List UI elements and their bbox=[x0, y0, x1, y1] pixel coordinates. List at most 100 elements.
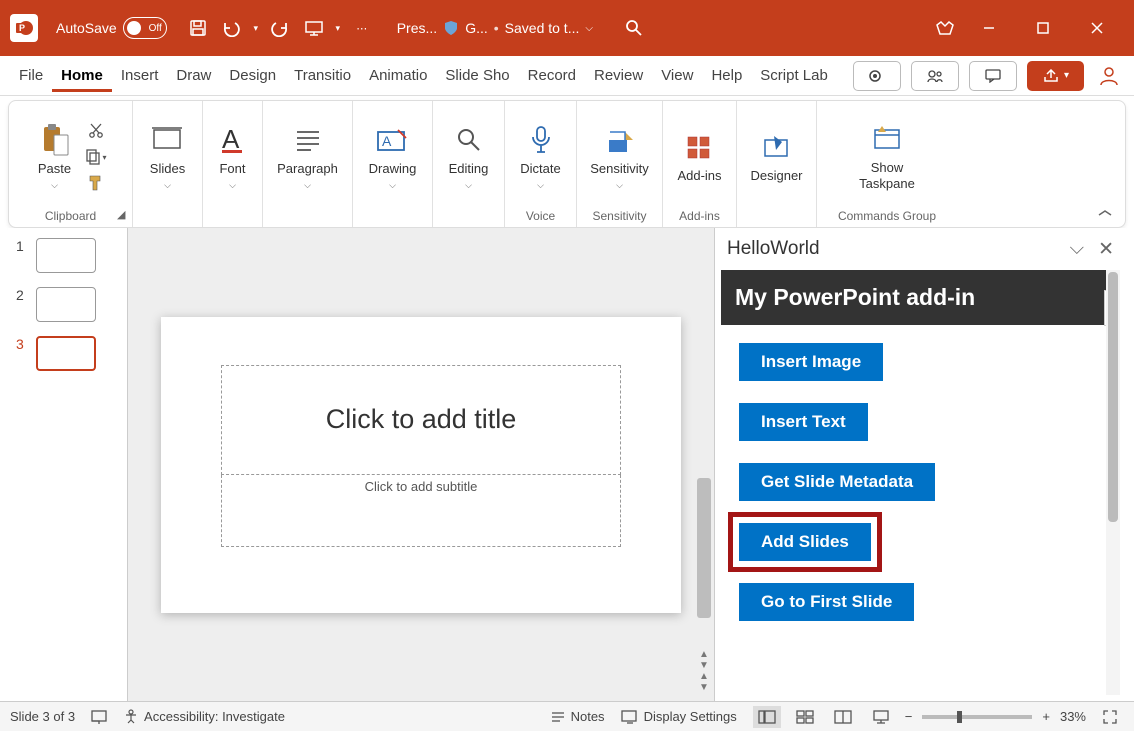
addins-button[interactable]: Add-ins bbox=[671, 128, 727, 186]
notes-indicator-icon[interactable] bbox=[91, 710, 107, 724]
slide-sorter-view-button[interactable] bbox=[791, 706, 819, 728]
slide-thumbnail-3[interactable]: 3 bbox=[16, 336, 119, 371]
undo-button[interactable] bbox=[215, 11, 249, 45]
ribbon: Paste ⌵ ▾ Clipboard ◢ Slides⌵ A Font⌵ Pa… bbox=[8, 100, 1126, 228]
sensitivity-group-label: Sensitivity bbox=[592, 207, 646, 225]
insert-image-button[interactable]: Insert Image bbox=[739, 343, 883, 381]
paste-button[interactable]: Paste ⌵ bbox=[32, 121, 78, 194]
editor-vertical-scrollbar[interactable] bbox=[696, 228, 712, 701]
tab-view[interactable]: View bbox=[652, 59, 702, 92]
zoom-out-button[interactable]: − bbox=[905, 709, 913, 724]
add-slides-button[interactable]: Add Slides bbox=[739, 523, 871, 561]
tab-review[interactable]: Review bbox=[585, 59, 652, 92]
font-button[interactable]: A Font⌵ bbox=[210, 121, 256, 194]
tab-animations[interactable]: Animatio bbox=[360, 59, 436, 92]
sensitivity-button[interactable]: Sensitivity⌵ bbox=[584, 121, 655, 194]
reading-view-button[interactable] bbox=[829, 706, 857, 728]
status-bar: Slide 3 of 3 Accessibility: Investigate … bbox=[0, 701, 1134, 731]
svg-text:P: P bbox=[19, 23, 25, 33]
dictate-button[interactable]: Dictate⌵ bbox=[514, 121, 566, 194]
main-area: 1 2 3 Click to add title Click to add su… bbox=[8, 228, 1126, 701]
slide-thumbnail-panel: 1 2 3 bbox=[8, 228, 128, 701]
zoom-in-button[interactable]: + bbox=[1042, 709, 1050, 724]
taskpane-name: HelloWorld bbox=[727, 238, 820, 260]
taskpane-chevron-down-icon[interactable]: ⌵ bbox=[1070, 238, 1084, 261]
tab-scriptlab[interactable]: Script Lab bbox=[751, 59, 837, 92]
taskpane-scrollbar[interactable] bbox=[1106, 270, 1120, 695]
taskpane-close-icon[interactable]: ✕ bbox=[1098, 238, 1114, 261]
display-settings-button[interactable]: Display Settings bbox=[621, 709, 737, 724]
slide-canvas[interactable]: Click to add title Click to add subtitle bbox=[161, 317, 681, 613]
comments-button[interactable] bbox=[969, 61, 1017, 91]
powerpoint-app-icon: P bbox=[10, 14, 38, 42]
format-painter-button[interactable] bbox=[82, 172, 110, 194]
premium-icon[interactable] bbox=[928, 11, 962, 45]
autosave-toggle[interactable]: AutoSave Off bbox=[56, 17, 167, 39]
tab-draw[interactable]: Draw bbox=[167, 59, 220, 92]
taskpane: HelloWorld ⌵ ✕ My PowerPoint add-in Inse… bbox=[714, 228, 1126, 701]
cut-button[interactable] bbox=[82, 120, 110, 142]
accessibility-check[interactable]: Accessibility: Investigate bbox=[123, 709, 285, 725]
zoom-slider[interactable] bbox=[922, 715, 1032, 719]
editing-button[interactable]: Editing⌵ bbox=[443, 121, 495, 194]
tab-file[interactable]: File bbox=[10, 59, 52, 92]
tab-slideshow[interactable]: Slide Sho bbox=[436, 59, 518, 92]
save-status-dropdown[interactable]: ⌵ bbox=[585, 23, 593, 34]
tab-transitions[interactable]: Transitio bbox=[285, 59, 360, 92]
svg-text:A: A bbox=[382, 133, 392, 149]
notes-button[interactable]: Notes bbox=[550, 709, 605, 724]
addins-group-label: Add-ins bbox=[679, 207, 720, 225]
clipboard-launcher[interactable]: ◢ bbox=[117, 208, 125, 221]
subtitle-placeholder[interactable]: Click to add subtitle bbox=[221, 475, 621, 547]
save-button[interactable] bbox=[181, 11, 215, 45]
get-slide-metadata-button[interactable]: Get Slide Metadata bbox=[739, 463, 935, 501]
title-bar: P AutoSave Off ▾ ▾ ⋯ Pres... G... • Save… bbox=[0, 0, 1134, 56]
present-from-beginning-button[interactable] bbox=[297, 11, 331, 45]
fit-to-window-button[interactable] bbox=[1096, 706, 1124, 728]
paragraph-button[interactable]: Paragraph⌵ bbox=[271, 121, 344, 194]
save-status[interactable]: Saved to t... bbox=[505, 20, 580, 36]
search-button[interactable] bbox=[617, 11, 651, 45]
commands-group-label: Commands Group bbox=[838, 207, 936, 225]
copy-button[interactable]: ▾ bbox=[82, 146, 110, 168]
drawing-button[interactable]: A Drawing⌵ bbox=[363, 121, 423, 194]
slide-thumbnail-1[interactable]: 1 bbox=[16, 238, 119, 273]
svg-text:A: A bbox=[222, 126, 240, 154]
account-button[interactable] bbox=[1094, 65, 1124, 87]
document-name[interactable]: Pres... bbox=[397, 20, 437, 36]
sensitivity-shield-icon bbox=[443, 20, 459, 36]
minimize-button[interactable] bbox=[962, 0, 1016, 56]
title-placeholder[interactable]: Click to add title bbox=[221, 365, 621, 475]
present-dropdown[interactable]: ▾ bbox=[331, 11, 345, 45]
go-to-first-slide-button[interactable]: Go to First Slide bbox=[739, 583, 914, 621]
tab-home[interactable]: Home bbox=[52, 59, 112, 92]
undo-dropdown[interactable]: ▾ bbox=[249, 11, 263, 45]
tab-design[interactable]: Design bbox=[220, 59, 285, 92]
teams-button[interactable] bbox=[911, 61, 959, 91]
share-button[interactable]: ▾ bbox=[1027, 61, 1084, 91]
slide-nav-arrows[interactable]: ▲▼▲▼ bbox=[696, 649, 712, 693]
slide-count[interactable]: Slide 3 of 3 bbox=[10, 709, 75, 724]
collapse-ribbon-button[interactable] bbox=[1097, 209, 1113, 219]
redo-button[interactable] bbox=[263, 11, 297, 45]
show-taskpane-button[interactable]: Show Taskpane bbox=[853, 120, 921, 193]
normal-view-button[interactable] bbox=[753, 706, 781, 728]
zoom-percent[interactable]: 33% bbox=[1060, 709, 1086, 724]
tab-help[interactable]: Help bbox=[702, 59, 751, 92]
maximize-button[interactable] bbox=[1016, 0, 1070, 56]
ribbon-tabs: File Home Insert Draw Design Transitio A… bbox=[0, 56, 1134, 96]
camera-record-button[interactable] bbox=[853, 61, 901, 91]
quick-access-customize[interactable]: ⋯ bbox=[345, 11, 379, 45]
taskpane-title: My PowerPoint add-in bbox=[721, 270, 1120, 325]
tab-insert[interactable]: Insert bbox=[112, 59, 168, 92]
slideshow-view-button[interactable] bbox=[867, 706, 895, 728]
tab-record[interactable]: Record bbox=[519, 59, 585, 92]
insert-text-button[interactable]: Insert Text bbox=[739, 403, 868, 441]
close-window-button[interactable] bbox=[1070, 0, 1124, 56]
designer-button[interactable]: Designer bbox=[744, 128, 808, 186]
sensitivity-label[interactable]: G... bbox=[465, 20, 488, 36]
voice-group-label: Voice bbox=[526, 207, 555, 225]
slide-thumbnail-2[interactable]: 2 bbox=[16, 287, 119, 322]
slides-button[interactable]: Slides⌵ bbox=[144, 121, 191, 194]
slide-editor: Click to add title Click to add subtitle… bbox=[128, 228, 714, 701]
